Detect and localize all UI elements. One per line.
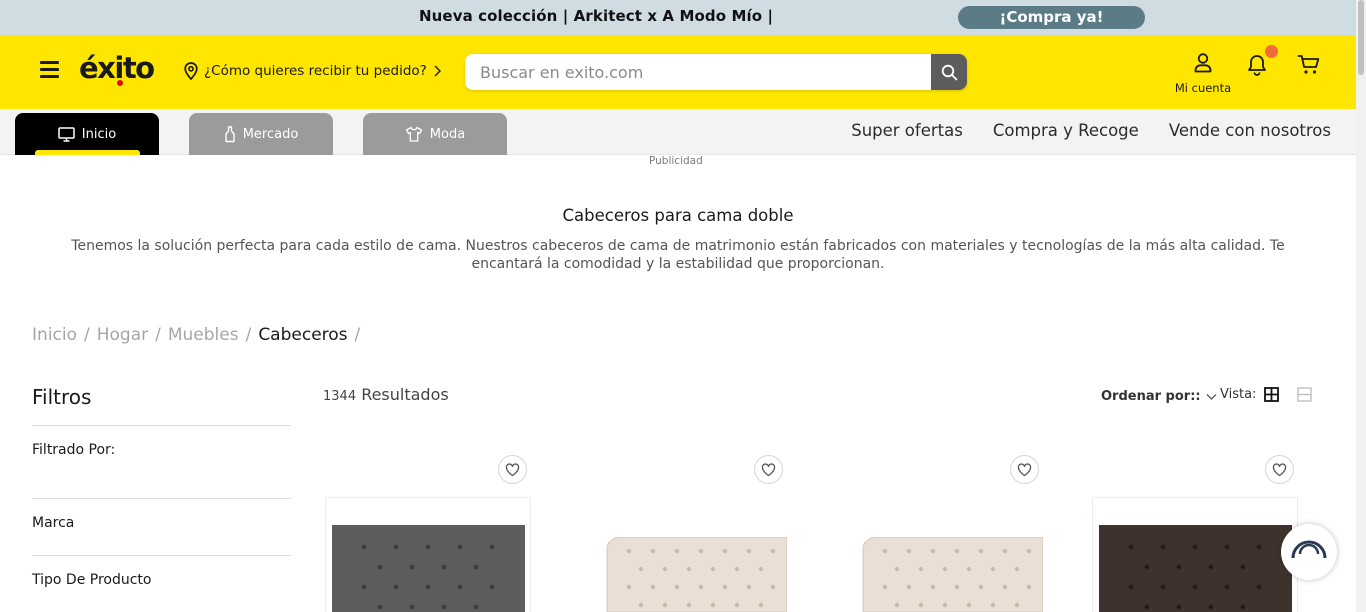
category-nav: Inicio Mercado Moda Super ofertas Compra…: [0, 109, 1356, 155]
product-image-beige-headboard: [606, 537, 787, 612]
breadcrumb: Inicio / Hogar / Muebles / Cabeceros /: [32, 325, 360, 345]
breadcrumb-separator: /: [354, 325, 361, 345]
filter-marca[interactable]: Marca: [32, 515, 74, 531]
nav-links: Super ofertas Compra y Recoge Vende con …: [851, 121, 1331, 140]
main-header: éxito ¿Cómo quieres recibir tu pedido? M…: [0, 35, 1356, 109]
favorite-button[interactable]: [1265, 455, 1294, 484]
chevron-right-icon: [434, 65, 441, 77]
bell-icon: [1248, 55, 1266, 76]
hamburger-menu-icon[interactable]: [40, 61, 59, 78]
logo-accent-dot: [117, 80, 123, 86]
tab-inicio[interactable]: Inicio: [15, 113, 159, 155]
product-card[interactable]: [581, 455, 789, 612]
view-label: Vista:: [1220, 387, 1257, 402]
tab-mercado[interactable]: Mercado: [189, 113, 333, 155]
link-super-ofertas[interactable]: Super ofertas: [851, 121, 963, 140]
results-label: Resultados: [361, 385, 449, 404]
tab-moda[interactable]: Moda: [363, 113, 507, 155]
filters-title: Filtros: [32, 385, 92, 409]
active-tab-indicator: [35, 150, 140, 155]
help-chat-button[interactable]: [1281, 524, 1337, 580]
breadcrumb-separator: /: [83, 325, 90, 345]
favorite-button[interactable]: [498, 455, 527, 484]
cart-icon: [1297, 55, 1320, 74]
filter-filtrado-por: Filtrado Por:: [32, 442, 116, 458]
divider: [32, 555, 291, 556]
sort-dropdown[interactable]: Ordenar por::: [1101, 389, 1217, 404]
list-view-icon[interactable]: [1297, 387, 1313, 402]
sort-label: Ordenar por::: [1101, 389, 1201, 404]
results-count: 1344 Resultados: [323, 385, 449, 404]
category-description: Tenemos la solución perfecta para cada e…: [71, 238, 1285, 272]
my-account-button[interactable]: Mi cuenta: [1172, 52, 1234, 95]
product-image-brown-headboard: [1099, 525, 1292, 612]
bottle-icon: [225, 125, 235, 142]
promo-text: Nueva colección | Arkitect x A Modo Mío …: [419, 7, 774, 25]
favorite-button[interactable]: [1010, 455, 1039, 484]
delivery-location-selector[interactable]: ¿Cómo quieres recibir tu pedido?: [183, 62, 442, 80]
heart-icon: [1272, 462, 1287, 476]
heart-icon: [1017, 462, 1032, 476]
link-vende-con-nosotros[interactable]: Vende con nosotros: [1169, 121, 1331, 140]
search-icon: [941, 64, 957, 80]
product-image-gray-headboard: [332, 525, 525, 612]
heart-icon: [761, 462, 776, 476]
promo-bar: Nueva colección | Arkitect x A Modo Mío …: [0, 0, 1356, 35]
tab-label: Mercado: [242, 126, 299, 142]
help-icon: [1291, 540, 1327, 559]
product-image-beige-headboard: [862, 537, 1043, 612]
divider: [32, 498, 291, 499]
category-title: Cabeceros para cama doble: [562, 206, 794, 225]
location-pin-icon: [184, 62, 198, 80]
link-compra-y-recoge[interactable]: Compra y Recoge: [993, 121, 1139, 140]
ad-label: Publicidad: [649, 155, 703, 167]
exito-logo[interactable]: éxito: [79, 51, 155, 85]
breadcrumb-cabeceros: Cabeceros: [258, 325, 348, 345]
notifications-button[interactable]: [1245, 45, 1278, 81]
grid-view-icon[interactable]: [1264, 387, 1280, 402]
breadcrumb-hogar[interactable]: Hogar: [97, 325, 148, 345]
tab-label: Moda: [429, 126, 466, 142]
shirt-icon: [405, 126, 422, 142]
breadcrumb-separator: /: [155, 325, 161, 345]
account-label: Mi cuenta: [1174, 81, 1232, 95]
view-toggle: Vista:: [1220, 387, 1313, 402]
breadcrumb-inicio[interactable]: Inicio: [32, 325, 77, 345]
tab-label: Inicio: [81, 126, 117, 142]
favorite-button[interactable]: [754, 455, 783, 484]
notification-badge: [1265, 45, 1278, 58]
buy-now-button[interactable]: ¡Compra ya!: [958, 6, 1145, 29]
chevron-down-icon: [1206, 393, 1217, 400]
page-scrollbar[interactable]: [1356, 0, 1366, 612]
search-button[interactable]: [931, 54, 967, 90]
product-card[interactable]: [1092, 455, 1300, 612]
scrollbar-thumb[interactable]: [1358, 0, 1364, 75]
breadcrumb-muebles[interactable]: Muebles: [168, 325, 239, 345]
search-bar: [465, 54, 967, 90]
search-input[interactable]: [465, 54, 931, 90]
breadcrumb-separator: /: [245, 325, 252, 345]
filter-tipo-de-producto[interactable]: Tipo De Producto: [32, 572, 151, 588]
delivery-prompt: ¿Cómo quieres recibir tu pedido?: [204, 63, 427, 79]
divider: [32, 425, 291, 426]
product-card[interactable]: [325, 455, 533, 612]
product-card[interactable]: [837, 455, 1045, 612]
monitor-icon: [58, 126, 75, 142]
results-number: 1344: [323, 389, 357, 404]
user-icon: [1194, 53, 1212, 73]
cart-button[interactable]: [1297, 54, 1321, 80]
heart-icon: [505, 462, 520, 476]
